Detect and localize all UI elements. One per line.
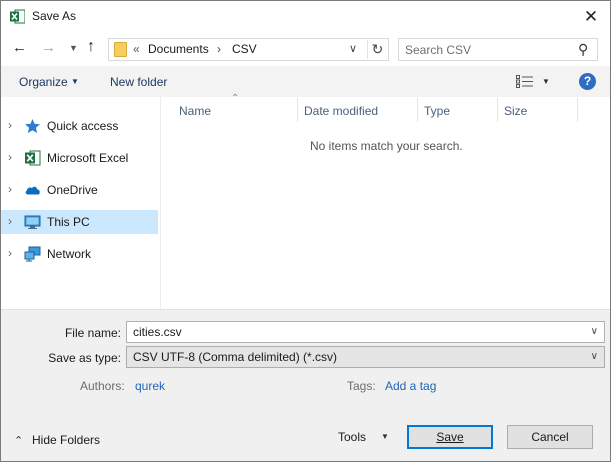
organize-button[interactable]: Organize <box>19 75 68 89</box>
expand-chevron-icon[interactable]: › <box>8 118 12 132</box>
column-header-name[interactable]: Name <box>179 104 211 118</box>
column-divider[interactable] <box>497 98 498 122</box>
search-box[interactable]: ⚲ <box>398 38 598 61</box>
forward-arrow-icon[interactable]: → <box>41 39 56 56</box>
authors-link[interactable]: qurek <box>135 379 165 393</box>
hide-folders-button[interactable]: Hide Folders <box>32 433 100 447</box>
save-as-dialog: Save As ✕ ← → ▼ ↑ « Documents › CSV ∨ ↻ … <box>0 0 611 462</box>
search-input[interactable] <box>405 42 570 57</box>
view-options-icon[interactable] <box>516 75 533 88</box>
address-dropdown-icon[interactable]: ∨ <box>349 42 357 55</box>
column-header-type[interactable]: Type <box>424 104 450 118</box>
nav-label: Network <box>47 247 92 261</box>
command-toolbar: Organize ▼ New folder ▼ ? <box>1 66 610 97</box>
file-name-field[interactable]: cities.csv ∨ <box>126 321 605 343</box>
empty-folder-message: No items match your search. <box>310 139 463 153</box>
expand-chevron-icon[interactable]: › <box>8 214 12 228</box>
title-bar: Save As ✕ <box>1 1 610 32</box>
add-tag-link[interactable]: Add a tag <box>385 379 436 393</box>
breadcrumb-csv[interactable]: CSV <box>232 42 257 56</box>
expand-chevron-icon[interactable]: › <box>8 182 12 196</box>
pane-divider[interactable] <box>160 97 161 309</box>
tools-dropdown-icon[interactable]: ▼ <box>381 432 389 441</box>
nav-label: Microsoft Excel <box>47 151 129 165</box>
computer-icon <box>24 215 41 229</box>
save-as-type-label: Save as type: <box>48 351 121 365</box>
folder-icon <box>114 42 127 57</box>
help-icon[interactable]: ? <box>579 73 596 90</box>
star-icon <box>25 119 40 133</box>
excel-icon <box>10 9 25 24</box>
authors-label: Authors: <box>80 379 125 393</box>
window-title: Save As <box>32 9 77 23</box>
close-button[interactable]: ✕ <box>576 5 606 29</box>
column-header-date-modified[interactable]: Date modified <box>304 104 378 118</box>
nav-item-quick-access[interactable]: › Quick access <box>1 114 158 138</box>
address-bar[interactable]: « Documents › CSV ∨ ↻ <box>108 38 389 61</box>
column-divider[interactable] <box>297 98 298 122</box>
save-as-type-select[interactable]: CSV UTF-8 (Comma delimited) (*.csv) ∨ <box>126 346 605 368</box>
cancel-button[interactable]: Cancel <box>507 425 593 449</box>
network-icon <box>24 246 41 262</box>
recent-locations-chevron-icon[interactable]: ▼ <box>69 43 78 53</box>
save-button[interactable]: Save <box>407 425 493 449</box>
navigation-pane: › Quick access › Microsoft Excel › OneDr… <box>1 97 161 309</box>
organize-dropdown-icon[interactable]: ▼ <box>71 77 79 86</box>
breadcrumb-separator-icon[interactable]: › <box>217 42 221 56</box>
back-arrow-icon[interactable]: ← <box>12 39 27 56</box>
nav-label: Quick access <box>47 119 119 133</box>
nav-item-microsoft-excel[interactable]: › Microsoft Excel <box>1 146 158 170</box>
file-name-label: File name: <box>64 326 121 340</box>
tools-button[interactable]: Tools <box>338 430 366 444</box>
column-divider[interactable] <box>577 98 578 122</box>
cloud-icon <box>25 186 40 195</box>
file-name-value[interactable]: cities.csv <box>133 325 182 339</box>
column-divider[interactable] <box>417 98 418 122</box>
nav-item-onedrive[interactable]: › OneDrive <box>1 178 158 202</box>
breadcrumb-documents[interactable]: Documents <box>148 42 209 56</box>
sort-ascending-icon: ⌃ <box>231 93 240 104</box>
cancel-button-label: Cancel <box>531 430 569 444</box>
breadcrumb-overflow[interactable]: « <box>133 42 140 56</box>
new-folder-button[interactable]: New folder <box>110 75 167 89</box>
chevron-down-icon[interactable]: ∨ <box>591 326 598 337</box>
column-header-size[interactable]: Size <box>504 104 527 118</box>
view-dropdown-icon[interactable]: ▼ <box>542 77 550 86</box>
search-icon[interactable]: ⚲ <box>578 41 588 58</box>
up-arrow-icon[interactable]: ↑ <box>87 38 95 56</box>
nav-item-this-pc[interactable]: › This PC <box>1 210 158 234</box>
save-button-label: Save <box>436 430 464 444</box>
excel-icon <box>25 150 41 166</box>
expand-chevron-icon[interactable]: › <box>8 150 12 164</box>
expand-chevron-icon[interactable]: › <box>8 246 12 260</box>
nav-label: This PC <box>47 215 90 229</box>
refresh-icon[interactable]: ↻ <box>367 40 387 59</box>
nav-label: OneDrive <box>47 183 98 197</box>
nav-item-network[interactable]: › Network <box>1 242 158 266</box>
save-as-type-value[interactable]: CSV UTF-8 (Comma delimited) (*.csv) <box>133 350 337 364</box>
tags-label: Tags: <box>347 379 376 393</box>
chevron-down-icon[interactable]: ∨ <box>591 351 598 362</box>
hide-folders-chevron-icon[interactable]: ⌃ <box>14 434 23 447</box>
